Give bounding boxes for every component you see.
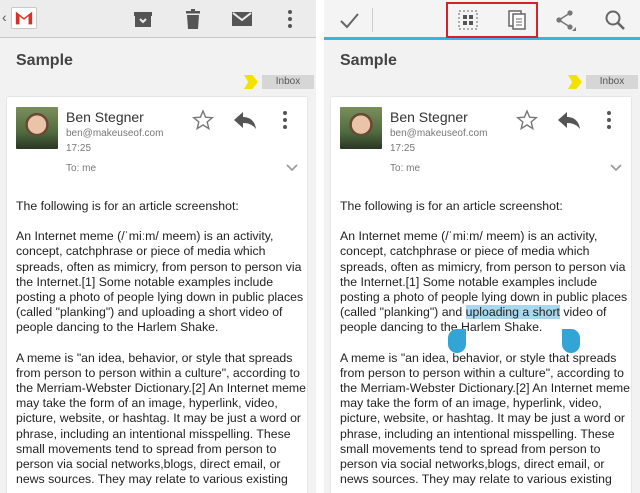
selection-start-handle[interactable] bbox=[448, 329, 466, 353]
inbox-label[interactable]: Inbox bbox=[586, 75, 638, 89]
sender-name: Ben Stegner bbox=[66, 109, 144, 125]
selection-end-handle[interactable] bbox=[562, 329, 580, 353]
reply-icon[interactable] bbox=[233, 109, 257, 131]
avatar[interactable] bbox=[16, 107, 58, 149]
important-marker-icon[interactable] bbox=[244, 75, 258, 89]
label-row: Inbox bbox=[0, 75, 316, 89]
message-more-icon[interactable] bbox=[605, 109, 613, 131]
selected-text[interactable]: uploading a short bbox=[465, 305, 560, 320]
reply-icon[interactable] bbox=[557, 109, 581, 131]
highlight-box bbox=[446, 2, 538, 38]
message-body: The following is for an article screensh… bbox=[16, 199, 308, 493]
label-row: Inbox bbox=[324, 75, 640, 89]
message-card: Ben Stegner ben@makeuseof.com 17:25 To: … bbox=[7, 97, 307, 493]
done-check-icon[interactable] bbox=[336, 7, 362, 33]
gmail-m-icon bbox=[15, 11, 33, 25]
body-paragraph: An Internet meme (/ˈmiːm/ meem) is an ac… bbox=[340, 229, 632, 335]
delete-icon[interactable] bbox=[180, 6, 206, 32]
right-panel: Sample Inbox Ben Stegner ben@makeuseof.c… bbox=[324, 0, 640, 493]
recipient-line: To: me bbox=[66, 163, 97, 174]
sender-email: ben@makeuseof.com bbox=[66, 128, 164, 139]
star-icon[interactable] bbox=[516, 109, 538, 131]
message-time: 17:25 bbox=[66, 143, 92, 154]
back-icon[interactable]: ‹ bbox=[2, 9, 7, 25]
chevron-down-icon[interactable] bbox=[610, 163, 622, 173]
mark-unread-icon[interactable] bbox=[229, 6, 255, 32]
body-paragraph: A meme is "an idea, behavior, or style t… bbox=[16, 350, 306, 487]
panel-divider bbox=[316, 0, 324, 493]
message-body: The following is for an article screensh… bbox=[340, 199, 632, 493]
body-paragraph: The following is for an article screensh… bbox=[340, 199, 563, 213]
left-panel: ‹ Sample Inbox Ben Stegner ben@makeuseof… bbox=[0, 0, 316, 493]
chevron-down-icon[interactable] bbox=[286, 163, 298, 173]
message-time: 17:25 bbox=[390, 143, 416, 154]
action-bar: ‹ bbox=[0, 0, 316, 38]
avatar[interactable] bbox=[340, 107, 382, 149]
subject-title: Sample bbox=[16, 52, 73, 69]
search-icon[interactable] bbox=[602, 7, 628, 33]
body-paragraph: An Internet meme (/ˈmiːm/ meem) is an ac… bbox=[16, 229, 304, 335]
message-more-icon[interactable] bbox=[281, 109, 289, 131]
action-bar-separator bbox=[372, 8, 373, 32]
important-marker-icon[interactable] bbox=[568, 75, 582, 89]
gmail-logo[interactable] bbox=[11, 7, 37, 29]
sender-email: ben@makeuseof.com bbox=[390, 128, 488, 139]
recipient-line: To: me bbox=[390, 163, 421, 174]
archive-icon[interactable] bbox=[130, 6, 156, 32]
sender-name: Ben Stegner bbox=[390, 109, 468, 125]
share-icon[interactable] bbox=[552, 7, 578, 33]
body-paragraph: A meme is "an idea, behavior, or style t… bbox=[340, 350, 630, 487]
inbox-label[interactable]: Inbox bbox=[262, 75, 314, 89]
subject-title: Sample bbox=[340, 52, 397, 69]
star-icon[interactable] bbox=[192, 109, 214, 131]
more-icon[interactable] bbox=[277, 6, 303, 32]
selection-action-bar bbox=[324, 0, 640, 40]
message-card: Ben Stegner ben@makeuseof.com 17:25 To: … bbox=[331, 97, 631, 493]
body-paragraph: The following is for an article screensh… bbox=[16, 199, 239, 213]
